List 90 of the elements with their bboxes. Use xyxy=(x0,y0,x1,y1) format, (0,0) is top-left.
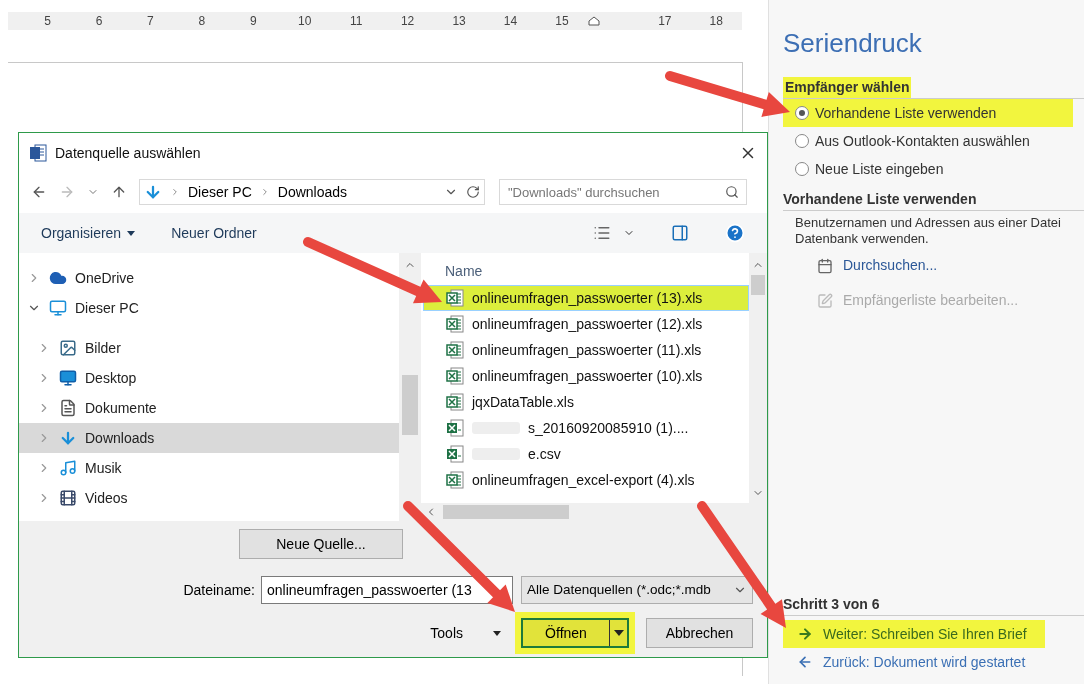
music-note-icon xyxy=(59,459,77,477)
excel-file-icon xyxy=(446,471,464,489)
ruler-number: 6 xyxy=(95,13,103,30)
ruler-number: 11 xyxy=(349,13,363,30)
nav-item[interactable]: Bilder xyxy=(19,333,399,363)
search-icon xyxy=(725,185,739,199)
ruler-number: 17 xyxy=(658,13,672,30)
ruler-number: 7 xyxy=(147,13,154,30)
scrollbar[interactable] xyxy=(399,253,421,521)
indent-marker-icon[interactable] xyxy=(587,16,600,26)
nav-item[interactable]: Desktop xyxy=(19,363,399,393)
file-row[interactable]: onlineumfragen_passwoerter (13).xls xyxy=(423,285,749,311)
radio-button[interactable] xyxy=(795,134,809,148)
file-row[interactable]: onlineumfragen_passwoerter (10).xls xyxy=(423,363,749,389)
search-field[interactable]: "Downloads" durchsuchen xyxy=(499,179,747,205)
tools-button[interactable]: Tools xyxy=(430,622,501,644)
organize-button[interactable]: Organisieren xyxy=(41,222,136,244)
scrollbar-thumb[interactable] xyxy=(402,375,418,435)
radio-button[interactable] xyxy=(795,106,809,120)
ruler-number: 9 xyxy=(249,13,257,30)
document-app-icon xyxy=(29,144,47,162)
breadcrumb[interactable]: Dieser PC xyxy=(188,181,252,203)
edit-list-icon xyxy=(817,292,833,309)
section-heading: Empfänger wählen xyxy=(783,77,912,98)
excel-file-icon xyxy=(446,367,464,385)
cancel-button[interactable]: Abbrechen xyxy=(646,618,753,648)
radio-label[interactable]: Neue Liste eingeben xyxy=(815,158,944,180)
nav-item[interactable]: Dieser PC xyxy=(19,293,399,323)
excel-file-icon xyxy=(446,289,464,307)
window-title: Datenquelle auswählen xyxy=(55,143,201,163)
monitor-icon xyxy=(59,369,77,387)
section-heading: Vorhandene Liste verwenden xyxy=(783,191,977,207)
scrollbar-thumb[interactable] xyxy=(751,275,765,295)
file-type-dropdown[interactable]: Alle Datenquellen (*.odc;*.mdb xyxy=(521,576,753,604)
document-icon xyxy=(59,399,77,417)
filename-field[interactable]: onlineumfragen_passwoerter (13 xyxy=(261,576,513,604)
open-split-button[interactable]: Öffnen xyxy=(521,618,629,648)
picture-icon xyxy=(59,339,77,357)
film-icon xyxy=(59,489,77,507)
refresh-icon[interactable] xyxy=(466,185,480,199)
nav-item[interactable]: Musik xyxy=(19,453,399,483)
caret-icon[interactable] xyxy=(613,630,624,636)
file-row[interactable]: e.csv xyxy=(423,441,749,467)
pane-link[interactable]: Durchsuchen... xyxy=(843,255,938,276)
step-indicator: Schritt 3 von 6 xyxy=(783,596,880,612)
pane-title: Seriendruck xyxy=(783,27,923,60)
ruler-number: 18 xyxy=(709,13,723,30)
cloud-icon xyxy=(49,269,67,287)
excel-file-icon xyxy=(446,393,464,411)
ruler-number: 5 xyxy=(44,13,51,30)
ruler-number: 10 xyxy=(298,13,312,30)
ruler-number: 14 xyxy=(503,13,518,30)
help-icon[interactable] xyxy=(725,223,745,243)
right-arrow-icon xyxy=(797,626,813,642)
back-arrow-icon[interactable] xyxy=(31,184,47,200)
address-bar[interactable]: Dieser PC Downloads xyxy=(139,179,485,205)
file-row[interactable]: s_20160920085910 (1).... xyxy=(423,415,749,441)
new-source-button[interactable]: Neue Quelle... xyxy=(239,529,403,559)
breadcrumb[interactable]: Downloads xyxy=(277,181,348,203)
excel-file-icon xyxy=(446,315,464,333)
nav-item[interactable]: Videos xyxy=(19,483,399,513)
ruler-number: 15 xyxy=(555,13,569,30)
file-row[interactable]: onlineumfragen_excel-export (4).xls xyxy=(423,467,749,493)
down-arrow-icon xyxy=(59,429,77,447)
field-label: Dateiname: xyxy=(183,580,255,600)
radio-label[interactable]: Aus Outlook-Kontakten auswählen xyxy=(815,130,1030,152)
preview-pane-icon[interactable] xyxy=(671,224,689,242)
view-list-icon[interactable] xyxy=(593,224,611,242)
spreadsheet-file-icon xyxy=(446,445,464,463)
radio-button[interactable] xyxy=(795,162,809,176)
scrollbar-thumb[interactable] xyxy=(443,505,569,519)
monitor-icon xyxy=(49,299,67,317)
ruler-number: 8 xyxy=(198,13,206,30)
scrollbar[interactable] xyxy=(749,253,767,503)
nav-item[interactable]: OneDrive xyxy=(19,263,399,293)
file-row[interactable]: onlineumfragen_passwoerter (12).xls xyxy=(423,311,749,337)
new-folder-button[interactable]: Neuer Ordner xyxy=(171,222,257,244)
ruler-number: 13 xyxy=(452,13,466,30)
nav-item[interactable]: Downloads xyxy=(19,423,399,453)
down-arrow-icon xyxy=(144,183,162,201)
excel-file-icon xyxy=(446,341,464,359)
spreadsheet-file-icon xyxy=(446,419,464,437)
column-header[interactable]: Name xyxy=(423,261,749,285)
nav-item[interactable]: Dokumente xyxy=(19,393,399,423)
ruler-number: 12 xyxy=(400,13,415,30)
section-description: Benutzernamen und Adressen aus einer Datei Datenbank verwenden. xyxy=(794,215,1062,247)
pane-link[interactable]: Zurück: Dokument wird gestartet xyxy=(823,651,1026,673)
file-row[interactable]: jqxDataTable.xls xyxy=(423,389,749,415)
forward-arrow-icon[interactable] xyxy=(59,184,75,200)
file-row[interactable]: onlineumfragen_passwoerter (11).xls xyxy=(423,337,749,363)
